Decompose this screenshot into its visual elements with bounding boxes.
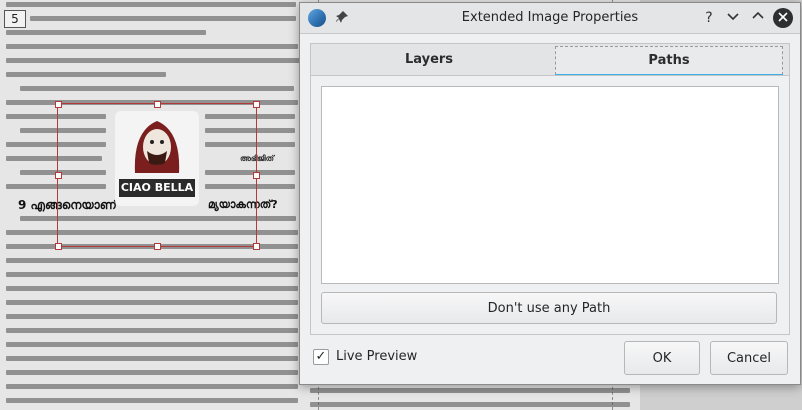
- paths-panel: Don't use any Path: [310, 75, 790, 335]
- ok-button[interactable]: OK: [624, 341, 700, 375]
- text-line: [6, 272, 298, 277]
- text-line: [6, 258, 298, 263]
- text-line: [20, 86, 294, 91]
- cancel-button[interactable]: Cancel: [710, 341, 788, 375]
- paths-list[interactable]: [321, 86, 779, 284]
- no-path-button[interactable]: Don't use any Path: [321, 292, 777, 324]
- titlebar[interactable]: Extended Image Properties ?: [300, 3, 800, 34]
- help-button[interactable]: ?: [700, 9, 718, 27]
- close-icon: [778, 12, 788, 22]
- resize-handle[interactable]: [55, 243, 62, 250]
- live-preview-checkbox[interactable]: ✓: [313, 349, 329, 365]
- tab-layers[interactable]: Layers: [311, 44, 547, 76]
- text-line: [6, 356, 298, 361]
- text-line: [6, 384, 298, 389]
- extended-image-properties-dialog: Extended Image Properties ? Layers Paths…: [299, 2, 801, 385]
- mask-icon: [134, 121, 180, 173]
- resize-handle[interactable]: [55, 101, 62, 108]
- text-line: [310, 402, 630, 407]
- live-preview-label[interactable]: Live Preview: [336, 348, 417, 366]
- resize-handle[interactable]: [154, 101, 161, 108]
- maximize-button[interactable]: [749, 9, 767, 27]
- page-number: 5: [4, 10, 26, 28]
- text-line: [6, 286, 298, 291]
- text-line: [6, 342, 298, 347]
- text-line: [6, 58, 300, 63]
- chevron-down-icon: [727, 13, 739, 21]
- ciao-bella-image[interactable]: CIAO BELLA: [115, 111, 199, 206]
- text-line: [6, 72, 166, 77]
- text-line: [6, 44, 298, 49]
- text-line: [6, 370, 298, 375]
- chevron-up-icon: [752, 11, 764, 19]
- sticker-label: CIAO BELLA: [119, 179, 195, 197]
- text-line: [6, 2, 296, 7]
- resize-handle[interactable]: [154, 243, 161, 250]
- text-line: [6, 398, 298, 403]
- text-line: [6, 300, 298, 305]
- text-line: [6, 30, 206, 35]
- text-line: [310, 388, 630, 393]
- resize-handle[interactable]: [253, 243, 260, 250]
- resize-handle[interactable]: [253, 172, 260, 179]
- resize-handle[interactable]: [253, 101, 260, 108]
- close-button[interactable]: [773, 8, 793, 28]
- tab-paths[interactable]: Paths: [555, 46, 783, 75]
- text-line: [6, 328, 298, 333]
- minimize-button[interactable]: [724, 9, 742, 27]
- text-line: [30, 16, 296, 21]
- tab-bar: Layers Paths: [310, 43, 790, 77]
- text-line: [6, 314, 298, 319]
- resize-handle[interactable]: [55, 172, 62, 179]
